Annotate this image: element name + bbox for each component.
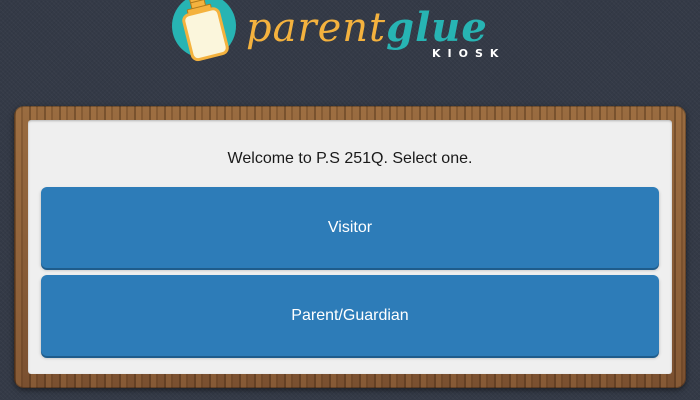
selection-panel: Welcome to P.S 251Q. Select one. Visitor…: [28, 120, 672, 374]
parent-guardian-button[interactable]: Parent/Guardian: [41, 275, 659, 356]
glue-bottle-icon: [172, 0, 236, 62]
logo-word-parent: parent: [246, 5, 387, 51]
logo-word-glue: glue: [386, 4, 488, 51]
logo-wordmark: parentglue: [246, 4, 488, 51]
visitor-button[interactable]: Visitor: [41, 187, 659, 268]
logo-subtitle: KIOSK: [432, 47, 506, 60]
welcome-text: Welcome to P.S 251Q. Select one.: [227, 150, 473, 167]
app-logo: parentglue KIOSK: [170, 0, 530, 92]
